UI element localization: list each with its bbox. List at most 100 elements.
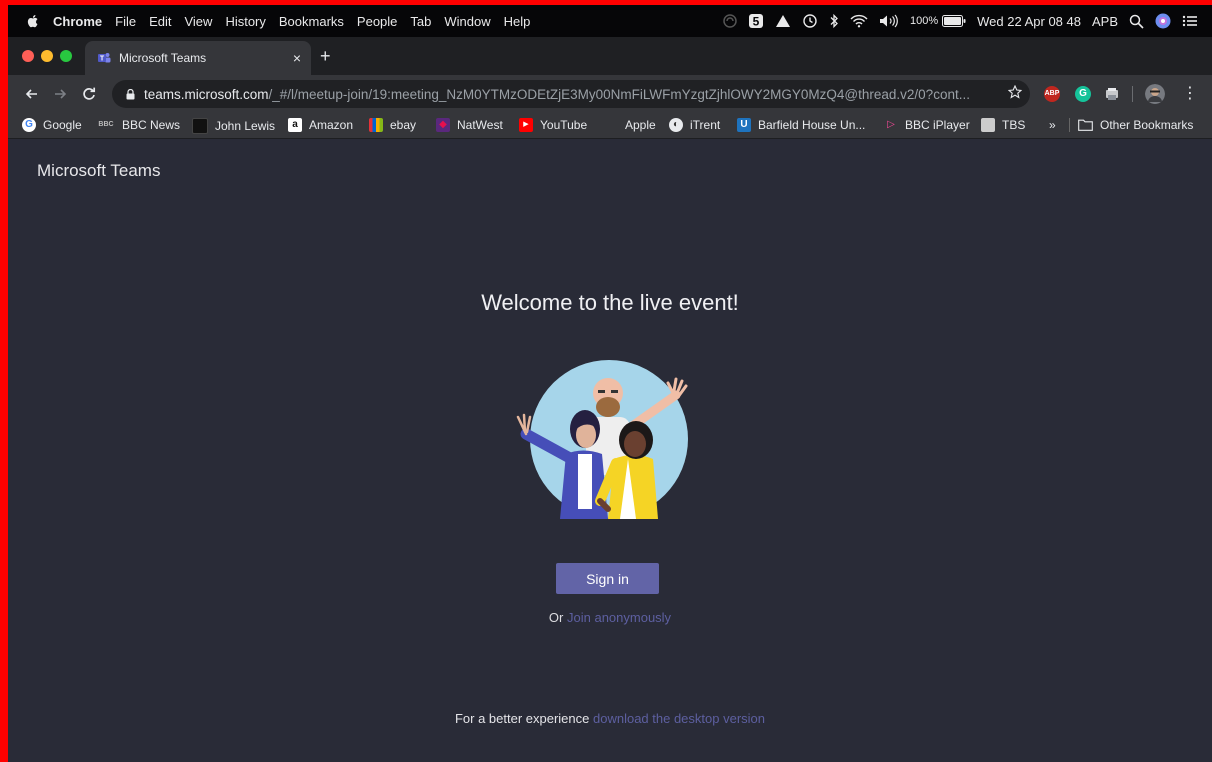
sign-in-button[interactable]: Sign in [556,563,659,594]
url-host: teams.microsoft.com [144,86,269,102]
menu-help[interactable]: Help [504,14,531,29]
bbc-icon: BBC [98,121,114,128]
adblock-plus-icon[interactable]: ABP [1044,86,1060,102]
toolbar-divider [1132,86,1133,102]
extension-printer-icon[interactable] [1104,86,1120,102]
clock[interactable]: Wed 22 Apr 08 48 [977,14,1081,29]
forward-arrow-icon[interactable] [50,84,70,104]
user-name[interactable]: APB [1092,14,1118,29]
bookmark-label: Barfield House Un... [758,118,866,132]
join-anonymously-link[interactable]: Join anonymously [567,610,671,625]
bookmark-apple[interactable]: Apple [604,118,656,132]
bookmarks-overflow-button[interactable]: » [1049,118,1056,132]
welcome-heading: Welcome to the live event! [481,290,739,315]
bookmark-label: John Lewis [215,119,276,133]
menu-people[interactable]: People [357,14,397,29]
drive-icon[interactable] [775,14,791,28]
browser-toolbar: teams.microsoft.com/_#/l/meetup-join/19:… [8,75,1212,113]
bookmark-label: Amazon [309,118,354,132]
natwest-icon: ◆ [436,118,450,132]
menu-app-name[interactable]: Chrome [53,14,102,29]
zoom-window-button[interactable] [60,50,72,62]
menu-window[interactable]: Window [444,14,490,29]
bookmark-amazon[interactable]: a Amazon [288,118,353,132]
bluetooth-icon[interactable] [829,13,839,29]
notification-center-icon[interactable] [1182,14,1198,28]
bookmark-bbc-news[interactable]: BBC BBC News [97,118,180,132]
reload-icon[interactable] [79,84,99,104]
tbs-icon [981,118,995,132]
volume-icon[interactable] [879,14,899,28]
siri-icon[interactable] [1155,13,1171,29]
spotlight-search-icon[interactable] [1129,14,1144,29]
overflow-chevron-icon: » [1049,118,1056,132]
bookmarks-divider [1069,118,1070,132]
ebay-icon [369,118,383,132]
status-area: 5 100% Wed 22 Apr 08 48 APB [712,5,1198,37]
menu-history[interactable]: History [225,14,265,29]
bookmark-label: NatWest [457,118,503,132]
screen: Chrome File Edit View History Bookmarks … [8,5,1212,762]
menu-file[interactable]: File [115,14,136,29]
bookmark-label: Apple [625,118,656,132]
welcome-illustration [516,360,688,519]
url-path: /_#/l/meetup-join/19:meeting_NzM0YTMzODE… [268,86,970,102]
bookmark-john-lewis[interactable]: John Lewis [192,118,275,134]
mac-menu-bar: Chrome File Edit View History Bookmarks … [8,5,1212,37]
close-window-button[interactable] [22,50,34,62]
grammarly-icon[interactable]: G [1075,86,1091,102]
bookmark-itrent[interactable]: ◐ iTrent [669,118,720,132]
bookmark-star-icon[interactable] [1008,85,1022,99]
bookmark-natwest[interactable]: ◆ NatWest [436,118,503,132]
bookmark-label: BBC News [122,118,181,132]
teams-page: Microsoft Teams Welcome to the live even… [8,139,1212,762]
tab-microsoft-teams[interactable]: T Microsoft Teams × [85,41,311,75]
bookmark-label: Google [43,118,82,132]
bookmark-google[interactable]: G Google [22,118,82,132]
profile-avatar[interactable] [1145,84,1165,104]
tracker-icon[interactable] [723,14,737,28]
menu-view[interactable]: View [184,14,212,29]
wifi-icon[interactable] [850,14,868,28]
bookmark-barfield-house[interactable]: U Barfield House Un... [737,118,865,132]
barfield-icon: U [737,118,751,132]
amazon-icon: a [288,118,302,132]
tab-title: Microsoft Teams [119,51,207,65]
svg-text:5: 5 [753,15,760,29]
other-bookmarks-folder[interactable]: Other Bookmarks [1078,118,1193,132]
lock-icon[interactable] [126,88,135,100]
bookmark-bbc-iplayer[interactable]: ▷ BBC iPlayer [884,118,970,132]
s-app-icon[interactable]: 5 [748,13,764,29]
url-text[interactable]: teams.microsoft.com/_#/l/meetup-join/19:… [144,87,1002,102]
bookmark-label: BBC iPlayer [905,118,970,132]
or-label: Or [548,610,564,625]
bookmark-youtube[interactable]: ▶ YouTube [519,118,587,132]
menu-bookmarks[interactable]: Bookmarks [279,14,344,29]
bookmark-label: ebay [390,118,417,132]
bookmark-ebay[interactable]: ebay [369,118,416,132]
minimize-window-button[interactable] [41,50,53,62]
bookmark-tbs[interactable]: TBS [981,118,1025,132]
teams-brand: Microsoft Teams [37,161,161,180]
new-tab-button[interactable]: + [320,46,331,67]
better-experience-label: For a better experience [454,711,590,726]
google-icon: G [22,118,36,132]
address-bar[interactable]: teams.microsoft.com/_#/l/meetup-join/19:… [112,80,1030,108]
menu-tab[interactable]: Tab [410,14,431,29]
menu-edit[interactable]: Edit [149,14,171,29]
youtube-icon: ▶ [519,118,533,132]
apple-menu-icon[interactable] [25,13,41,29]
chrome-menu-icon[interactable]: ⋮ [1182,83,1198,103]
time-machine-icon[interactable] [802,13,818,29]
battery-icon[interactable] [942,15,966,27]
tab-close-icon[interactable]: × [293,50,301,66]
itrent-icon: ◐ [669,118,683,132]
john-lewis-icon [192,118,208,134]
bookmark-label: YouTube [540,118,588,132]
bookmark-label: TBS [1002,118,1026,132]
tab-strip: T Microsoft Teams × + [8,37,1212,75]
desktop-app-prompt: For a better experience download the des… [8,711,1212,726]
download-desktop-link[interactable]: download the desktop version [593,711,765,726]
join-options: Or Join anonymously [8,610,1212,625]
back-arrow-icon[interactable] [22,84,42,104]
